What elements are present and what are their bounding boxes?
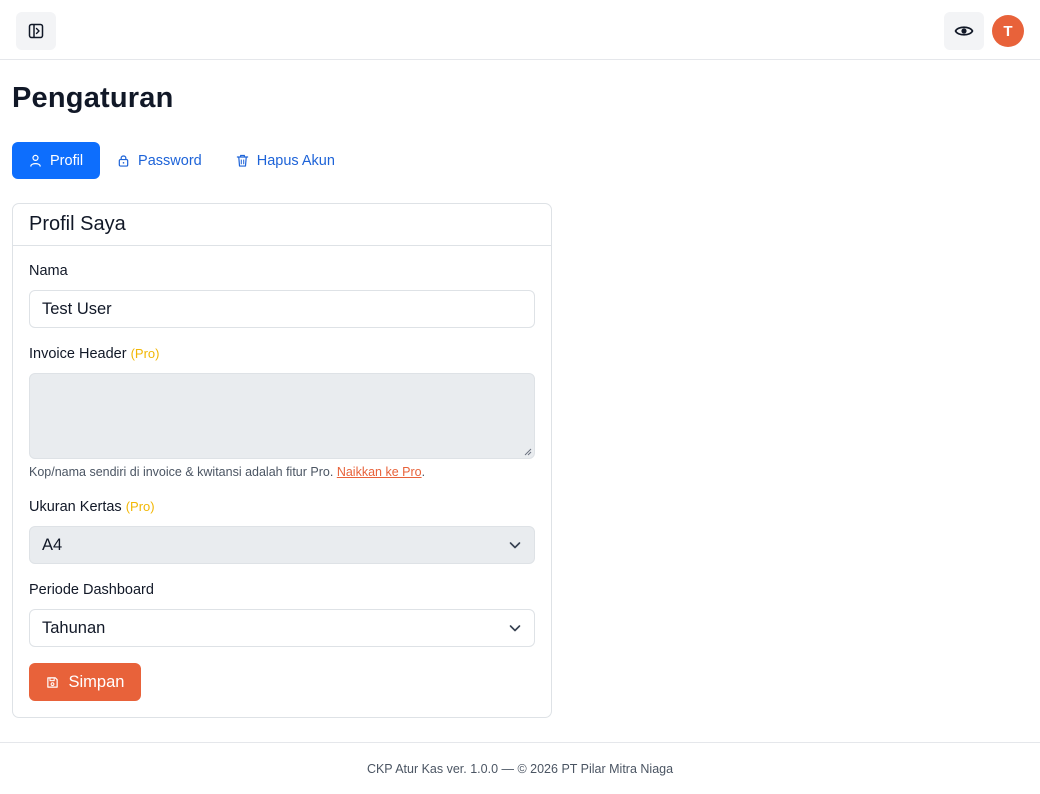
dashboard-period-select[interactable]: Tahunan [29,609,535,647]
tab-profil-label: Profil [50,152,84,169]
user-initial: T [1003,22,1013,40]
profile-card: Profil Saya Nama Test User Invoice Heade… [12,203,552,718]
save-button-label: Simpan [68,672,125,691]
page-title: Pengaturan [12,82,174,114]
paper-size-label-text: Ukuran Kertas [29,499,122,515]
upgrade-pro-link[interactable]: Naikkan ke Pro [337,465,422,479]
resize-grip-icon[interactable] [524,448,532,456]
save-button[interactable]: Simpan [29,663,141,701]
paper-size-value: A4 [42,535,63,554]
paper-size-select[interactable]: A4 [29,526,535,564]
upgrade-suffix: . [421,465,426,479]
name-input[interactable]: Test User [29,290,535,328]
tab-profil[interactable]: Profil [12,142,101,179]
lock-icon [118,155,129,167]
save-icon [46,676,58,688]
card-title: Profil Saya [13,204,551,246]
pro-badge: (Pro) [130,346,160,361]
dashboard-period-label: Periode Dashboard [29,582,154,598]
invoice-header-label: Invoice Header (Pro) [29,346,159,362]
footer-text: CKP Atur Kas ver. 1.0.0 — © 2026 PT Pila… [366,761,674,776]
paper-size-label: Ukuran Kertas (Pro) [29,499,155,515]
tab-password[interactable]: Password [100,142,219,179]
invoice-help-text: Kop/nama sendiri di invoice & kwitansi a… [29,465,425,479]
footer: CKP Atur Kas ver. 1.0.0 — © 2026 PT Pila… [0,742,1040,794]
name-label: Nama [29,263,68,279]
user-avatar[interactable]: T [992,15,1024,47]
settings-tabs: Profil Password Hapus Akun [12,142,352,179]
trash-icon [236,154,248,167]
name-input-value: Test User [42,299,112,318]
tab-hapus-akun-label: Hapus Akun [256,152,335,169]
invoice-help-message: Kop/nama sendiri di invoice & kwitansi a… [29,465,334,479]
chevron-down-icon [509,542,521,549]
user-icon [30,154,41,167]
tab-hapus-akun[interactable]: Hapus Akun [219,142,352,179]
invoice-header-textarea[interactable] [29,373,535,459]
pro-badge: (Pro) [125,499,155,514]
invoice-header-label-text: Invoice Header [29,346,127,362]
dashboard-period-value: Tahunan [42,618,106,637]
sidebar-toggle-button[interactable] [16,12,56,50]
tab-password-label: Password [138,152,202,169]
top-navbar: T [0,0,1040,60]
preview-button[interactable] [944,12,984,50]
chevron-down-icon [509,625,521,632]
sidebar-toggle-icon [28,23,44,39]
eye-icon [954,26,974,36]
